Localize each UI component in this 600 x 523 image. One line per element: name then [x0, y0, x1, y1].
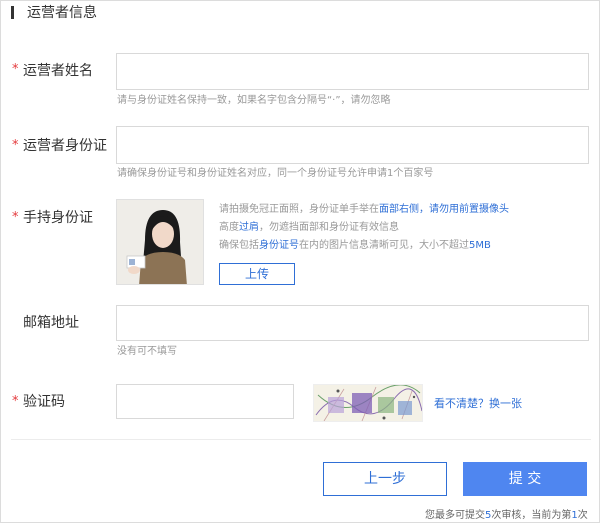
email-label: 邮箱地址: [23, 315, 79, 331]
sample-photo: [116, 199, 204, 285]
name-label: 运营者姓名: [23, 63, 93, 79]
id-photo-label: 手持身份证: [23, 210, 93, 226]
name-input[interactable]: [116, 53, 589, 90]
id-card-input[interactable]: [116, 126, 589, 164]
submission-count-note: 您最多可提交5次审核，当前为第1次: [425, 510, 588, 521]
captcha-input[interactable]: [116, 384, 294, 419]
name-hint: 请与身份证姓名保持一致，如果名字包含分隔号“·”，请勿忽略: [117, 95, 391, 106]
form-panel: 运营者信息 * 运营者姓名 请与身份证姓名保持一致，如果名字包含分隔号“·”，请…: [0, 0, 600, 523]
upload-button[interactable]: 上传: [219, 263, 295, 285]
captcha-noise-icon: [314, 385, 422, 421]
photo-note-1: 请拍摄免冠正面照，身份证单手举在面部右侧，请勿用前置摄像头: [219, 204, 509, 215]
id-card-hint: 请确保身份证号和身份证姓名对应，同一个身份证号允许申请1个百家号: [117, 168, 434, 179]
required-mark: *: [12, 394, 19, 409]
required-mark: *: [12, 210, 19, 225]
submit-button[interactable]: 提 交: [463, 462, 587, 496]
captcha-refresh-link[interactable]: 看不清楚？换一张: [434, 395, 522, 411]
email-hint: 没有可不填写: [117, 346, 177, 357]
divider: [11, 439, 591, 440]
photo-note-2: 高度过肩，勿遮挡面部和身份证有效信息: [219, 222, 399, 233]
section-title: 运营者信息: [27, 5, 97, 21]
photo-note-3: 确保包括身份证号在内的图片信息清晰可见，大小不超过5MB: [219, 240, 491, 251]
email-input[interactable]: [116, 305, 589, 341]
captcha-image[interactable]: [313, 384, 423, 422]
captcha-label: 验证码: [23, 394, 65, 410]
person-holding-id-icon: [117, 200, 203, 284]
required-mark: *: [12, 138, 19, 153]
section-marker: [11, 6, 14, 19]
prev-step-button[interactable]: 上一步: [323, 462, 447, 496]
id-card-label: 运营者身份证: [23, 138, 107, 154]
required-mark: *: [12, 62, 19, 77]
